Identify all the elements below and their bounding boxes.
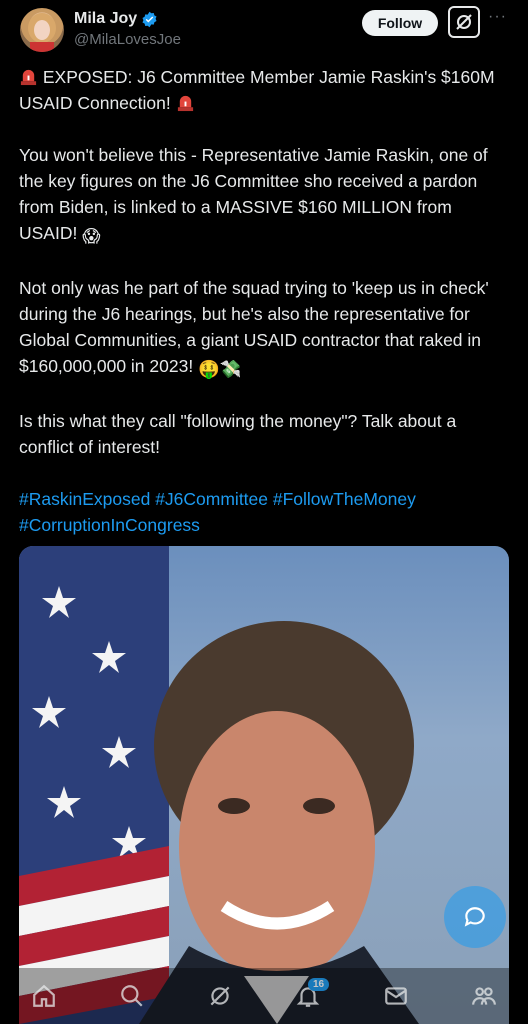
tweet-header: Mila Joy @MilaLovesJoe Follow ··· — [0, 0, 528, 60]
money-emoji-icon: 🤑💸 — [198, 359, 242, 379]
grok-nav-icon[interactable] — [200, 976, 240, 1016]
communities-icon[interactable] — [464, 976, 504, 1016]
grok-icon[interactable] — [448, 6, 480, 38]
tweet-paragraph-2-text: Not only was he part of the squad trying… — [19, 278, 489, 376]
follow-button[interactable]: Follow — [362, 10, 438, 36]
portrait-image — [139, 621, 419, 1024]
bottom-nav: 16 — [0, 968, 528, 1024]
siren-icon — [19, 67, 38, 86]
messages-icon[interactable] — [376, 976, 416, 1016]
siren-icon — [176, 93, 195, 112]
tweet-body: EXPOSED: J6 Committee Member Jamie Raski… — [19, 64, 509, 538]
search-icon[interactable] — [112, 976, 152, 1016]
home-icon[interactable] — [24, 976, 64, 1016]
more-icon[interactable]: ··· — [488, 8, 507, 26]
name-row: Mila Joy — [74, 10, 158, 28]
hashtags[interactable]: #RaskinExposed #J6Committee #FollowTheMo… — [19, 486, 509, 538]
notifications-badge: 16 — [308, 978, 330, 991]
handle[interactable]: @MilaLovesJoe — [74, 31, 181, 48]
tweet-paragraph-3: Is this what they call "following the mo… — [19, 411, 457, 457]
notifications-icon[interactable]: 16 — [288, 976, 330, 1016]
avatar[interactable] — [20, 8, 64, 52]
chat-fab-button[interactable] — [444, 886, 506, 948]
display-name[interactable]: Mila Joy — [74, 10, 137, 28]
tweet-paragraph-1: You won't believe this - Representative … — [19, 142, 509, 249]
verified-badge-icon — [141, 11, 158, 28]
shocked-emoji-icon: 😱 — [82, 226, 101, 246]
tweet-paragraph-2: Not only was he part of the squad trying… — [19, 275, 509, 382]
tweet-headline-para: EXPOSED: J6 Committee Member Jamie Raski… — [19, 64, 509, 116]
tweet-photo[interactable] — [19, 546, 509, 1024]
tweet-headline: EXPOSED: J6 Committee Member Jamie Raski… — [19, 67, 495, 113]
